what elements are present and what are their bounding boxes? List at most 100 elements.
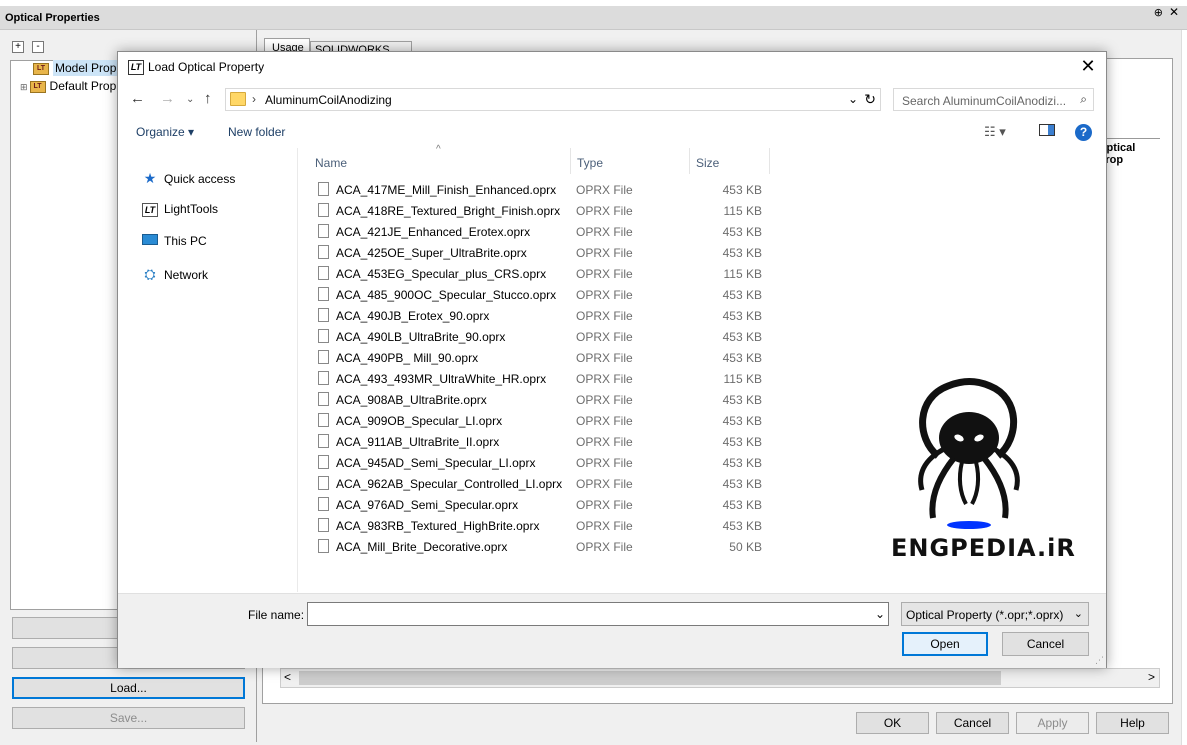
search-placeholder: Search AluminumCoilAnodizi... — [902, 94, 1067, 108]
chevron-right-icon[interactable]: › — [252, 92, 256, 106]
tree-item-label: Model Prop — [53, 60, 119, 76]
address-bar[interactable]: › AluminumCoilAnodizing ⌄ ↻ — [225, 88, 881, 111]
list-item[interactable]: ACA_911AB_UltraBrite_II.oprx OPRX File 453… — [299, 432, 799, 453]
search-icon[interactable]: ⌕ — [1080, 92, 1087, 107]
list-item[interactable]: ACA_909OB_Specular_LI.oprx OPRX File 453 K… — [299, 411, 799, 432]
cancel-button[interactable]: Cancel — [936, 712, 1009, 734]
expand-all-button[interactable]: + — [12, 41, 24, 53]
list-item[interactable]: ACA_962AB_Specular_Controlled_LI.oprx OPR… — [299, 474, 799, 495]
address-path[interactable]: AluminumCoilAnodizing — [265, 93, 392, 107]
new-folder-button[interactable]: New folder — [228, 125, 285, 139]
file-size: 50 KB — [729, 540, 762, 554]
list-item[interactable]: ACA_417ME_Mill_Finish_Enhanced.oprx OPRX … — [299, 180, 799, 201]
forward-arrow-icon[interactable]: → — [160, 90, 175, 107]
list-item[interactable]: ACA_976AD_Semi_Specular.oprx OPRX File 453… — [299, 495, 799, 516]
list-item[interactable]: ACA_490PB_ Mill_90.oprx OPRX File 453 KB — [299, 348, 799, 369]
close-icon[interactable]: ✕ — [1078, 56, 1098, 77]
scrollbar-thumb[interactable] — [299, 671, 1001, 685]
file-type-select[interactable]: Optical Property (*.opr;*.oprx) ⌄ — [901, 602, 1089, 626]
resize-grip-icon[interactable]: ⋰ — [1095, 655, 1104, 666]
file-type: OPRX File — [576, 498, 633, 512]
file-name: ACA_421JE_Enhanced_Erotex.oprx — [336, 225, 531, 239]
file-name-input[interactable] — [307, 602, 889, 626]
file-size: 453 KB — [722, 288, 762, 302]
dialog-cancel-button[interactable]: Cancel — [1002, 632, 1089, 656]
list-item[interactable]: ACA_908AB_UltraBrite.oprx OPRX File 453 KB — [299, 390, 799, 411]
help-icon[interactable]: ? — [1075, 124, 1092, 141]
nav-item-label: LightTools — [164, 202, 219, 216]
preview-pane-icon[interactable] — [1039, 124, 1055, 136]
file-type: OPRX File — [576, 351, 633, 365]
file-icon — [318, 392, 329, 406]
column-size[interactable]: Size — [696, 156, 719, 170]
file-size: 453 KB — [722, 519, 762, 533]
lighttools-icon: LT — [128, 60, 144, 75]
change-view-icon[interactable]: ☷ ▾ — [984, 124, 1006, 140]
list-item[interactable]: ACA_485_900OC_Specular_Stucco.oprx OPRX F… — [299, 285, 799, 306]
ok-button[interactable]: OK — [856, 712, 929, 734]
save-button[interactable]: Save... — [12, 707, 245, 729]
panel-close-icon[interactable]: ✕ — [1169, 5, 1179, 19]
list-item[interactable]: ACA_418RE_Textured_Bright_Finish.oprx OPR… — [299, 201, 799, 222]
expand-icon[interactable]: ⊞ — [20, 82, 28, 92]
back-arrow-icon[interactable]: ← — [130, 90, 145, 107]
panel-title: Optical Properties — [0, 6, 1187, 30]
column-divider[interactable] — [570, 148, 571, 174]
list-item[interactable]: ACA_425OE_Super_UltraBrite.oprx OPRX File… — [299, 243, 799, 264]
tree-item-label: Default Prop — [49, 79, 117, 93]
tree-item-model-properties[interactable]: LT Model Prop — [33, 60, 119, 79]
file-type: OPRX File — [576, 267, 633, 281]
file-name: ACA_Mill_Brite_Decorative.oprx — [336, 540, 508, 554]
file-icon — [318, 455, 329, 469]
open-button[interactable]: Open — [902, 632, 988, 656]
file-name: ACA_418RE_Textured_Bright_Finish.oprx — [336, 204, 561, 218]
file-name: ACA_493_493MR_UltraWhite_HR.oprx — [336, 372, 547, 386]
list-item[interactable]: ACA_453EG_Specular_plus_CRS.oprx OPRX Fil… — [299, 264, 799, 285]
list-item[interactable]: ACA_421JE_Enhanced_Erotex.oprx OPRX File 4… — [299, 222, 799, 243]
chevron-down-icon[interactable]: ⌄ — [848, 92, 858, 106]
scroll-left-icon[interactable]: < — [284, 670, 291, 684]
search-input[interactable]: Search AluminumCoilAnodizi... ⌕ — [893, 88, 1094, 111]
watermark-text: ENGPEDIA.iR — [891, 534, 1076, 562]
vertical-scrollbar[interactable] — [1181, 30, 1187, 745]
table-column-header[interactable]: Optical Prop — [1098, 138, 1160, 174]
load-button[interactable]: Load... — [12, 677, 245, 699]
sort-ascending-icon: ^ — [436, 144, 441, 155]
file-type: OPRX File — [576, 393, 633, 407]
file-name: ACA_490LB_UltraBrite_90.oprx — [336, 330, 506, 344]
column-type[interactable]: Type — [577, 156, 603, 170]
list-item[interactable]: ACA_983RB_Textured_HighBrite.oprx OPRX Fi… — [299, 516, 799, 537]
horizontal-scrollbar[interactable]: < > — [280, 668, 1160, 688]
list-item[interactable]: ACA_490LB_UltraBrite_90.oprx OPRX File 453… — [299, 327, 799, 348]
collapse-all-button[interactable]: - — [32, 41, 44, 53]
refresh-icon[interactable]: ↻ — [864, 91, 876, 108]
scroll-right-icon[interactable]: > — [1148, 670, 1155, 684]
file-size: 453 KB — [722, 393, 762, 407]
help-button[interactable]: Help — [1096, 712, 1169, 734]
organize-button[interactable]: Organize ▾ — [136, 125, 194, 139]
recent-locations-chevron-icon[interactable]: ⌄ — [186, 94, 194, 105]
nav-item-lighttools[interactable]: LT LightTools — [142, 202, 218, 217]
nav-item-network[interactable]: ⛭ Network — [142, 266, 208, 283]
column-divider[interactable] — [769, 148, 770, 174]
list-item[interactable]: ACA_Mill_Brite_Decorative.oprx OPRX File 5… — [299, 537, 799, 558]
column-divider[interactable] — [689, 148, 690, 174]
up-arrow-icon[interactable]: ↑ — [204, 90, 212, 107]
file-type: OPRX File — [576, 414, 633, 428]
pin-icon[interactable]: ⊕ — [1154, 6, 1163, 19]
nav-item-quick-access[interactable]: ★ Quick access — [142, 170, 236, 187]
file-icon — [318, 539, 329, 553]
nav-item-this-pc[interactable]: This PC — [142, 234, 207, 248]
list-item[interactable]: ACA_945AD_Semi_Specular_LI.oprx OPRX File… — [299, 453, 799, 474]
list-item[interactable]: ACA_490JB_Erotex_90.oprx OPRX File 453 KB — [299, 306, 799, 327]
file-size: 115 KB — [723, 267, 762, 281]
file-icon — [318, 287, 329, 301]
tree-item-default-properties[interactable]: ⊞ LT Default Prop — [20, 79, 116, 97]
list-item[interactable]: ACA_493_493MR_UltraWhite_HR.oprx OPRX Fil… — [299, 369, 799, 390]
nav-item-label: Quick access — [164, 172, 236, 186]
file-type: OPRX File — [576, 435, 633, 449]
folder-icon — [230, 92, 246, 106]
column-name[interactable]: Name — [315, 156, 347, 170]
apply-button[interactable]: Apply — [1016, 712, 1089, 734]
file-type: OPRX File — [576, 246, 633, 260]
